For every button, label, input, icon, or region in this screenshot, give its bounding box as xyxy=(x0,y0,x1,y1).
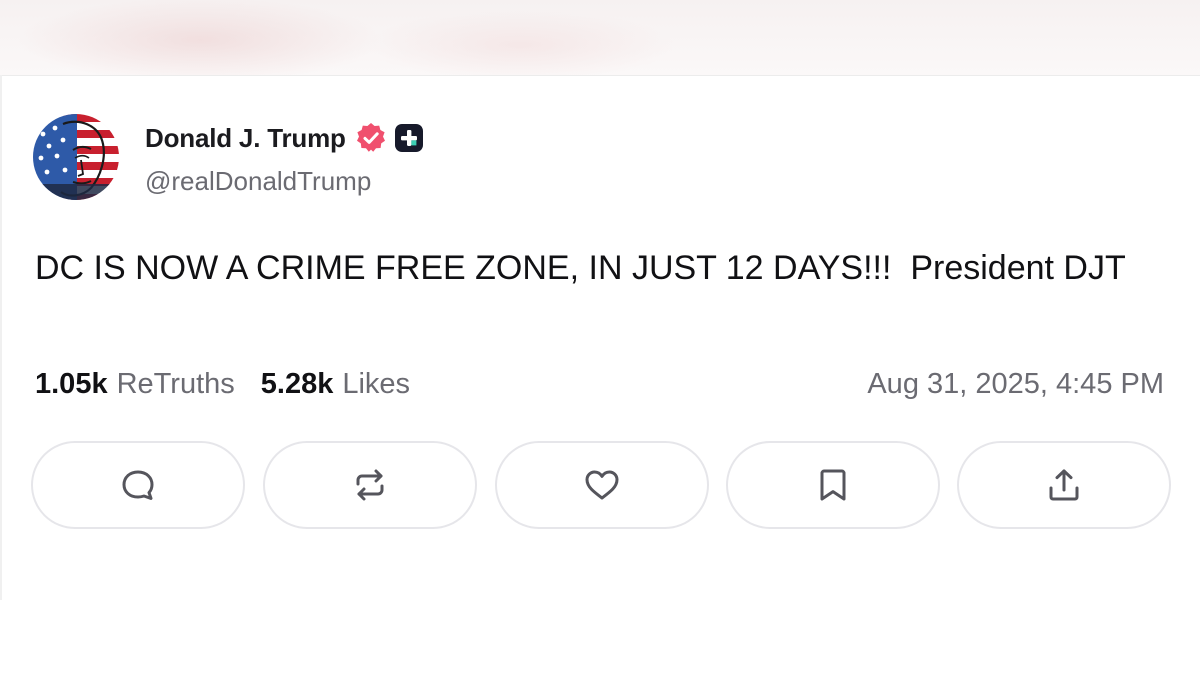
post-stats: 1.05k ReTruths 5.28k Likes xyxy=(35,368,410,401)
share-button[interactable] xyxy=(957,441,1171,529)
likes-count[interactable]: 5.28k xyxy=(261,368,334,401)
screenshot-stage: Donald J. Trump @realDonaldTrump DC IS N… xyxy=(0,0,1200,675)
bookmark-icon xyxy=(820,469,846,501)
author-handle[interactable]: @realDonaldTrump xyxy=(145,166,371,197)
card-edge xyxy=(0,75,2,600)
retruths-label[interactable]: ReTruths xyxy=(117,368,235,401)
comment-icon xyxy=(122,470,154,500)
likes-label[interactable]: Likes xyxy=(342,368,410,401)
heart-icon xyxy=(585,470,619,500)
author-avatar[interactable] xyxy=(33,114,119,200)
share-icon xyxy=(1049,469,1079,501)
reply-button[interactable] xyxy=(31,441,245,529)
bottom-margin xyxy=(0,600,1200,675)
post-body-text: DC IS NOW A CRIME FREE ZONE, IN JUST 12 … xyxy=(35,249,1126,287)
action-bar xyxy=(31,441,1171,529)
blurred-background-top xyxy=(0,0,1200,76)
retruths-count[interactable]: 1.05k xyxy=(35,368,108,401)
avatar-image xyxy=(33,114,119,200)
repost-icon xyxy=(356,469,384,501)
truth-plus-icon xyxy=(394,123,424,153)
author-display-name[interactable]: Donald J. Trump xyxy=(145,123,346,154)
author-name-row: Donald J. Trump xyxy=(145,120,424,156)
like-button[interactable] xyxy=(495,441,709,529)
retruth-button[interactable] xyxy=(263,441,477,529)
bookmark-button[interactable] xyxy=(726,441,940,529)
post-timestamp: Aug 31, 2025, 4:45 PM xyxy=(867,368,1164,400)
verified-badge-icon xyxy=(354,121,388,155)
